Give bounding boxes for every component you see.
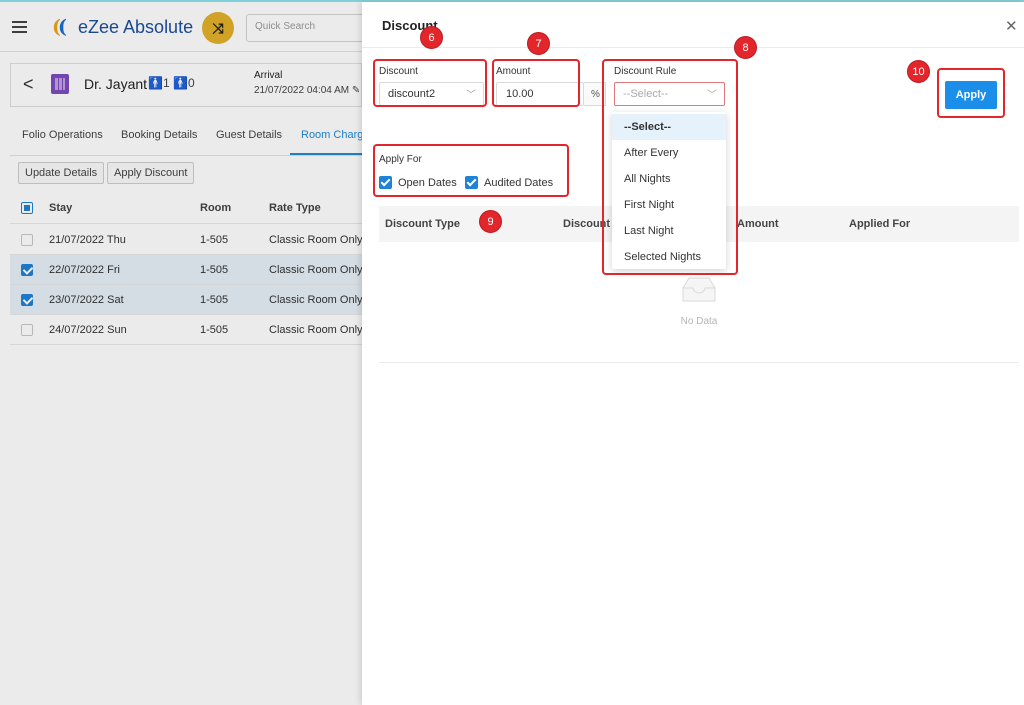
- row-checkbox[interactable]: [21, 294, 33, 306]
- app-name: eZee Absolute: [78, 17, 194, 37]
- row-checkbox[interactable]: [21, 234, 33, 246]
- table-row[interactable]: 22/07/2022 Fri 1-505 Classic Room Only: [10, 255, 362, 285]
- divider: [362, 47, 1024, 48]
- highlight-discount: [373, 59, 487, 107]
- select-all-checkbox[interactable]: [21, 202, 33, 214]
- apply-discount-button[interactable]: Apply Discount: [107, 162, 195, 184]
- adult-icon: 🚹: [148, 76, 163, 90]
- table-row[interactable]: 24/07/2022 Sun 1-505 Classic Room Only: [10, 315, 362, 345]
- adult-count: 1: [162, 76, 170, 90]
- folio-tabs: Folio Operations Booking Details Guest D…: [10, 120, 362, 156]
- highlight-discount-rule: [602, 59, 738, 275]
- logo-icon: ((: [52, 16, 67, 38]
- room-number: 1-505: [200, 294, 229, 306]
- row-checkbox[interactable]: [21, 324, 33, 336]
- tab-room-charges[interactable]: Room Charges: [301, 129, 362, 141]
- edit-icon[interactable]: ✎: [352, 85, 360, 96]
- no-data-text: No Data: [680, 316, 718, 327]
- rate-type: Classic Room Only: [269, 294, 362, 306]
- stay-date: 24/07/2022 Sun: [49, 324, 127, 336]
- shuffle-icon[interactable]: ⤨: [202, 12, 234, 44]
- callout-badge: 7: [527, 32, 550, 55]
- discount-drawer: Discount ✕ Discount discount2 ﹀ Amount 1…: [362, 2, 1024, 705]
- room-number: 1-505: [200, 324, 229, 336]
- col-stay: Stay: [49, 202, 73, 214]
- back-arrow-icon[interactable]: <: [23, 74, 34, 95]
- stay-date: 22/07/2022 Fri: [49, 264, 120, 276]
- quick-search-input[interactable]: Quick Search: [246, 14, 362, 42]
- tab-guest-details[interactable]: Guest Details: [216, 129, 282, 141]
- room-number: 1-505: [200, 234, 229, 246]
- guest-count: 🚹1 🚹0: [148, 76, 195, 90]
- menu-icon[interactable]: [12, 21, 27, 33]
- highlight-amount: [492, 59, 580, 107]
- tab-folio-operations[interactable]: Folio Operations: [22, 129, 103, 141]
- table-row[interactable]: 21/07/2022 Thu 1-505 Classic Room Only: [10, 225, 362, 255]
- rate-type: Classic Room Only: [269, 264, 362, 276]
- rate-type: Classic Room Only: [269, 234, 362, 246]
- highlight-apply: [937, 68, 1005, 118]
- table-row[interactable]: 23/07/2022 Sat 1-505 Classic Room Only: [10, 285, 362, 315]
- stay-date: 21/07/2022 Thu: [49, 234, 126, 246]
- col-room: Room: [200, 202, 232, 214]
- col-discount-type: Discount Type: [385, 218, 460, 230]
- empty-inbox-icon: [682, 277, 716, 302]
- callout-badge: 8: [734, 36, 757, 59]
- rate-type: Classic Room Only: [269, 324, 362, 336]
- arrival-label: Arrival: [254, 70, 283, 81]
- tab-booking-details[interactable]: Booking Details: [121, 129, 197, 141]
- guest-summary-bar: < Dr. Jayant 🚹1 🚹0 Arrival 21/07/2022 04…: [10, 63, 362, 107]
- callout-badge: 10: [907, 60, 930, 83]
- arrival-value: 21/07/2022 04:04 AM ✎: [254, 85, 361, 96]
- reservation-page: (( eZee Absolute ⤨ Quick Search < Dr. Ja…: [0, 2, 362, 705]
- app-header: (( eZee Absolute ⤨ Quick Search: [0, 2, 362, 52]
- row-checkbox[interactable]: [21, 264, 33, 276]
- guest-name: Dr. Jayant: [84, 76, 148, 92]
- highlight-apply-for: [373, 144, 569, 197]
- active-tab-indicator: [290, 153, 362, 155]
- building-icon: [51, 74, 69, 94]
- child-icon: 🚹: [172, 76, 188, 90]
- update-details-button[interactable]: Update Details: [18, 162, 105, 184]
- child-count: 0: [187, 76, 195, 90]
- col-rate-type: Rate Type: [269, 202, 321, 214]
- stay-date: 23/07/2022 Sat: [49, 294, 124, 306]
- col-amount: Amount: [737, 218, 779, 230]
- callout-badge: 6: [420, 26, 443, 49]
- close-icon[interactable]: ✕: [1005, 17, 1018, 35]
- room-number: 1-505: [200, 264, 229, 276]
- col-applied-for: Applied For: [849, 218, 911, 230]
- callout-badge: 9: [479, 210, 502, 233]
- table-header: Stay Room Rate Type: [10, 193, 362, 224]
